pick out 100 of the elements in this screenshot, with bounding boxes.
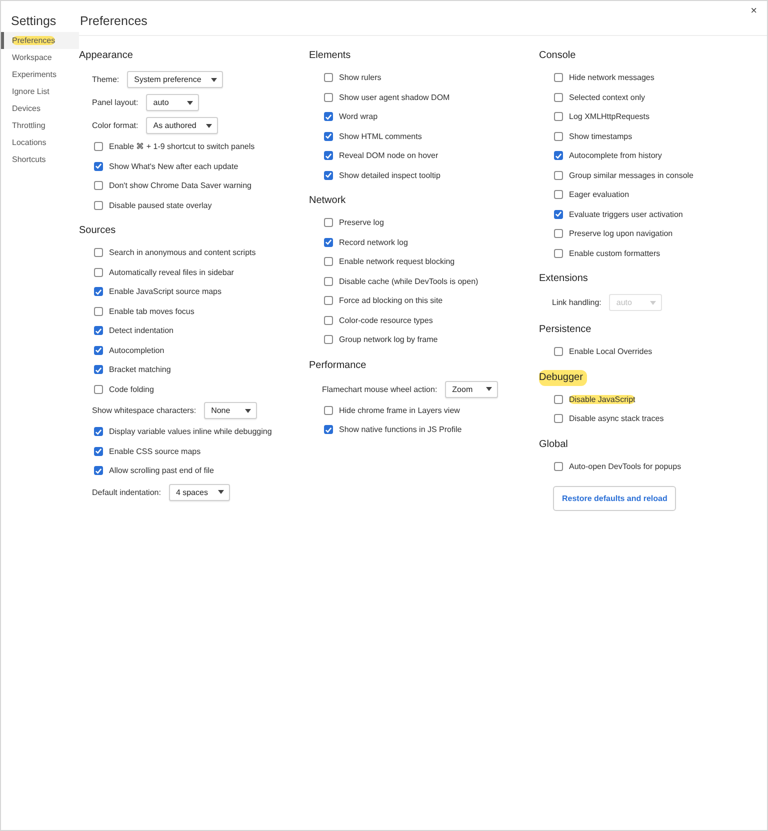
checkbox[interactable] [554,92,563,102]
checkbox-label: Disable paused state overlay [109,200,212,210]
checkbox[interactable] [324,112,333,122]
section-title: Performance [309,358,368,372]
checkbox[interactable] [324,316,333,325]
checkbox[interactable] [554,73,563,82]
sidebar-item[interactable]: Preferences [1,32,79,49]
section-title: Global [539,438,569,452]
restore-button[interactable]: Restore defaults and reload [553,486,676,511]
checkbox[interactable] [94,326,103,336]
checkbox[interactable] [94,306,103,316]
checkbox[interactable] [94,384,103,394]
checkbox[interactable] [324,335,333,344]
checkbox[interactable] [94,142,103,152]
checkbox[interactable] [324,170,333,180]
checkbox[interactable] [94,248,103,258]
checkbox[interactable] [324,132,333,141]
checkbox-label: Selected context only [569,92,646,102]
checkbox-label: Enable network request blocking [339,257,455,266]
section-title: Persistence [539,323,592,337]
sidebar-item[interactable]: Ignore List [1,83,79,100]
section-title: Network [309,194,347,208]
dropdown[interactable]: auto [146,94,200,111]
sidebar-item[interactable]: Experiments [1,66,79,83]
section-title: Sources [79,224,117,238]
checkbox[interactable] [324,425,333,434]
checkbox[interactable] [94,365,103,374]
select-label: Color format: [92,121,138,130]
checkbox-label: Don't show Chrome Data Saver warning [109,181,252,190]
checkbox[interactable] [554,112,563,122]
checkbox[interactable] [324,92,333,102]
close-button[interactable]: × [750,5,757,17]
checkbox[interactable] [554,248,563,258]
caret-icon [486,387,492,391]
checkbox[interactable] [554,229,563,238]
checkbox[interactable] [554,210,563,219]
checkbox-label: Enable tab moves focus [109,306,194,316]
checkbox[interactable] [94,287,103,296]
checkbox[interactable] [94,446,103,456]
checkbox-label: Enable ⌘ + 1-9 shortcut to switch panels [109,142,255,152]
sidebar-item-label: Experiments [12,70,56,79]
checkbox-label: Autocomplete from history [569,151,662,160]
checkbox[interactable] [94,200,103,210]
checkbox-label: Group similar messages in console [569,170,694,180]
checkbox[interactable] [94,268,103,277]
checkbox-label: Show What's New after each update [109,162,238,171]
sidebar-item[interactable]: Throttling [1,117,79,134]
sidebar-item[interactable]: Workspace [1,49,79,66]
checkbox-label: Detect indentation [109,326,174,336]
checkbox[interactable] [324,276,333,286]
checkbox[interactable] [554,132,563,141]
dropdown[interactable]: 4 spaces [168,484,230,500]
checkbox-label: Show user agent shadow DOM [339,92,450,102]
checkbox[interactable] [324,296,333,306]
checkbox[interactable] [554,190,563,200]
checkbox-label: Show native functions in JS Profile [339,425,462,434]
checkbox[interactable] [554,170,563,180]
dropdown[interactable]: None [204,402,258,419]
checkbox[interactable] [94,427,103,436]
checkbox-label: Color-code resource types [339,316,433,325]
checkbox-label: Autocompletion [109,346,164,355]
checkbox[interactable] [324,257,333,266]
caret-icon [211,78,218,82]
checkbox-label: Log XMLHttpRequests [569,112,650,122]
checkbox-label: Word wrap [339,112,378,122]
checkbox-label: Show timestamps [569,132,632,141]
caret-icon [650,300,656,304]
dropdown[interactable]: System preference [127,71,224,88]
checkbox-label: Show rulers [339,73,382,82]
checkbox[interactable] [554,394,563,404]
checkbox-label: Preserve log [339,218,384,228]
sidebar-item-label: Workspace [12,53,52,62]
checkbox[interactable] [94,466,103,476]
checkbox[interactable] [554,347,563,356]
dropdown[interactable]: Zoom [445,380,498,398]
checkbox-label: Group network log by frame [339,335,438,344]
checkbox[interactable] [324,218,333,228]
checkbox-label: Preserve log upon navigation [569,229,673,238]
dropdown[interactable]: As authored [146,117,218,134]
checkbox-label: Enable Local Overrides [569,347,652,356]
sidebar-item[interactable]: Shortcuts [1,151,79,168]
sidebar-item-label: Preferences [12,36,56,45]
checkbox[interactable] [324,238,333,247]
checkbox[interactable] [94,162,103,171]
sidebar-item[interactable]: Devices [1,100,79,117]
sidebar-item[interactable]: Locations [1,134,79,151]
caret-icon [206,124,212,128]
checkbox[interactable] [324,73,333,82]
checkbox[interactable] [94,346,103,355]
checkbox[interactable] [554,151,563,160]
checkbox[interactable] [324,151,333,160]
checkbox[interactable] [554,414,563,424]
checkbox-label: Enable JavaScript source maps [109,287,222,296]
checkbox[interactable] [94,181,103,190]
checkbox[interactable] [554,462,563,471]
select-label: Theme: [92,75,120,84]
checkbox[interactable] [324,406,333,415]
checkbox-label: Evaluate triggers user activation [569,210,683,219]
section-title: Extensions [539,272,589,286]
select-label: Panel layout: [92,98,138,107]
